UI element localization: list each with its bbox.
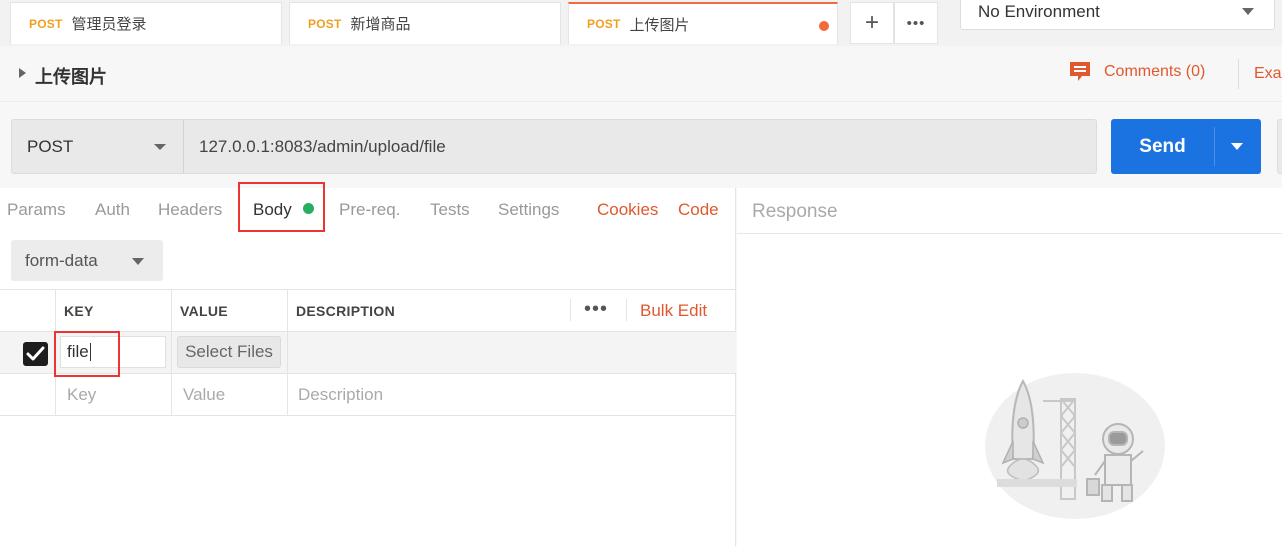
rocket-illustration — [985, 373, 1165, 519]
send-divider — [1214, 127, 1215, 166]
divider — [1238, 59, 1239, 89]
column-header-description: DESCRIPTION — [296, 303, 395, 319]
postman-window: POST 管理员登录 POST 新增商品 POST 上传图片 + ••• No … — [0, 0, 1282, 546]
examples-button[interactable]: Exa — [1254, 65, 1282, 83]
url-input[interactable]: 127.0.0.1:8083/admin/upload/file — [199, 120, 446, 173]
tab-upload-image[interactable]: POST 上传图片 — [568, 2, 838, 44]
body-mode-label: form-data — [25, 250, 98, 270]
value-placeholder[interactable]: Value — [183, 385, 225, 405]
new-tab-button[interactable]: + — [850, 2, 894, 44]
column-header-value: VALUE — [180, 303, 228, 319]
column-divider — [287, 289, 288, 416]
key-placeholder[interactable]: Key — [67, 385, 96, 405]
request-title[interactable]: 上传图片 — [35, 63, 107, 89]
body-mode-select[interactable]: form-data — [11, 240, 163, 281]
response-panel: Response — [737, 188, 1282, 546]
request-tab-strip: POST 管理员登录 POST 新增商品 POST 上传图片 + ••• No … — [0, 0, 1282, 46]
tab-params[interactable]: Params — [7, 200, 66, 220]
tab-headers[interactable]: Headers — [158, 200, 222, 220]
column-header-key: KEY — [64, 303, 94, 319]
comments-button[interactable]: Comments (0) — [1068, 61, 1205, 83]
table-more-button[interactable]: ••• — [584, 298, 608, 321]
request-title-bar: 上传图片 Comments (0) Exa — [0, 46, 1282, 102]
description-placeholder[interactable]: Description — [298, 385, 383, 405]
send-label: Send — [1139, 135, 1186, 157]
table-border — [0, 415, 736, 416]
method-select[interactable]: POST — [12, 120, 184, 173]
send-button[interactable]: Send — [1111, 119, 1261, 174]
chevron-down-icon — [132, 258, 144, 265]
url-bar: POST 127.0.0.1:8083/admin/upload/file — [11, 119, 1097, 174]
cookies-link[interactable]: Cookies — [597, 200, 658, 220]
caret-right-icon[interactable] — [19, 68, 26, 78]
tab-prerequest[interactable]: Pre-req. — [339, 200, 400, 220]
tab-name: 上传图片 — [629, 16, 690, 34]
tab-name: 新增商品 — [350, 16, 411, 33]
tab-auth[interactable]: Auth — [95, 200, 130, 220]
column-divider — [626, 299, 627, 321]
request-panel: Params Auth Headers Body Pre-req. Tests … — [0, 182, 736, 546]
chevron-down-icon — [154, 144, 166, 150]
environment-label: No Environment — [978, 2, 1100, 21]
unsaved-dot — [819, 21, 829, 31]
tab-tests[interactable]: Tests — [430, 200, 470, 220]
table-border — [0, 289, 736, 290]
save-button[interactable] — [1277, 119, 1282, 174]
tab-method: POST — [587, 17, 621, 31]
tab-method: POST — [308, 16, 342, 31]
chevron-down-icon — [1242, 8, 1254, 15]
form-data-table: KEY VALUE DESCRIPTION ••• Bulk Edit file… — [0, 289, 736, 416]
environment-select[interactable]: No Environment — [960, 0, 1275, 30]
method-label: POST — [27, 136, 74, 156]
row-enabled-checkbox[interactable] — [23, 342, 48, 366]
send-options-chevron-icon[interactable] — [1231, 143, 1243, 150]
checkmark-icon — [26, 346, 45, 361]
tab-name: 管理员登录 — [71, 16, 147, 33]
tab-more-button[interactable]: ••• — [894, 2, 938, 44]
highlight-box-body-tab — [238, 182, 325, 232]
tab-method: POST — [29, 16, 63, 31]
select-files-button[interactable]: Select Files — [177, 336, 281, 368]
tab-admin-login[interactable]: POST 管理员登录 — [10, 2, 282, 44]
column-divider — [171, 289, 172, 416]
bulk-edit-link[interactable]: Bulk Edit — [640, 301, 707, 321]
comment-icon — [1070, 62, 1090, 81]
response-header: Response — [737, 188, 1282, 234]
column-divider — [570, 299, 571, 321]
response-title: Response — [752, 201, 838, 222]
comments-label: Comments (0) — [1104, 63, 1206, 80]
code-link[interactable]: Code — [678, 200, 719, 220]
tab-add-product[interactable]: POST 新增商品 — [289, 2, 561, 44]
highlight-box-key — [54, 331, 120, 377]
tab-settings[interactable]: Settings — [498, 200, 559, 220]
